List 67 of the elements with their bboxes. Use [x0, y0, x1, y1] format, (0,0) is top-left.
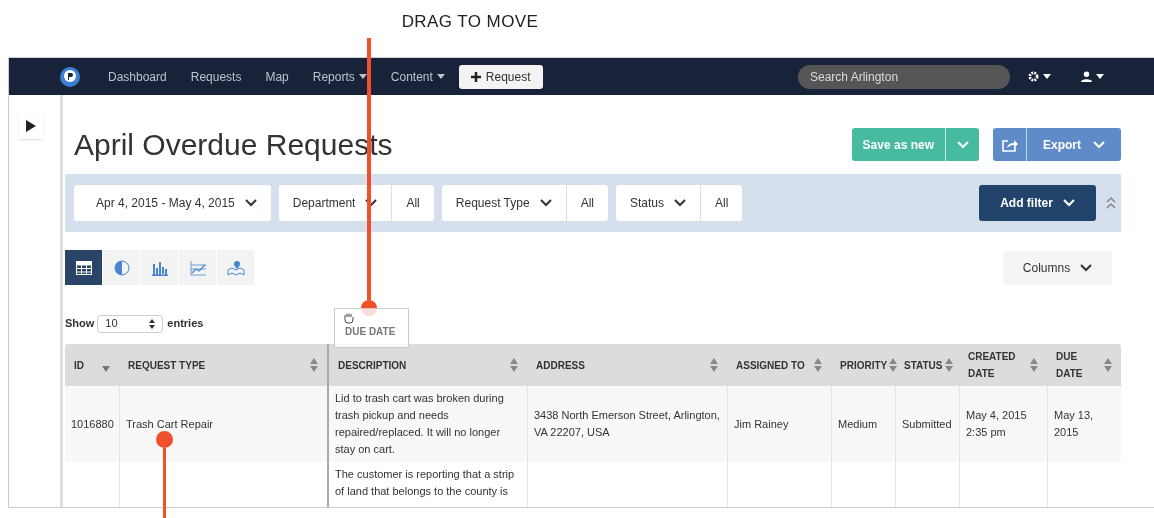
filter-value[interactable]: All: [565, 185, 608, 221]
column-header[interactable]: PRIORITY: [831, 344, 895, 386]
nav-link[interactable]: Reports: [300, 67, 379, 86]
nav-link[interactable]: Requests: [178, 67, 254, 86]
chevron-down-icon: [244, 199, 257, 207]
filter-value[interactable]: All: [391, 185, 434, 221]
table-cell-text: Trash Cart Repair: [126, 416, 213, 432]
table-cell-text: Jim Rainey: [734, 416, 789, 432]
filter-dropdown[interactable]: Status: [615, 185, 700, 221]
chevron-down-icon: [1080, 263, 1093, 272]
entries-select[interactable]: 10: [97, 314, 164, 333]
dragged-column-header[interactable]: DUE DATE: [334, 308, 409, 348]
filter-dropdown[interactable]: Request Type: [441, 185, 566, 221]
table-cell-text: 1016880: [71, 416, 114, 432]
nav-link[interactable]: Content: [378, 67, 457, 86]
map-pin-icon: [226, 259, 245, 276]
chevron-down-icon: [956, 140, 969, 149]
new-request-button[interactable]: Request: [458, 64, 543, 89]
table-cell-text: The customer is reporting that a strip of land that belongs to the county is: [335, 467, 516, 499]
nav-link[interactable]: Dashboard: [96, 67, 179, 86]
column-header[interactable]: STATUS: [895, 344, 959, 386]
show-label: Show: [65, 316, 95, 332]
logo-icon: [59, 65, 81, 88]
plus-icon: [470, 71, 481, 82]
column-header[interactable]: DUE DATE: [1047, 344, 1121, 386]
entries-label: entries: [167, 316, 204, 332]
line-chart-icon: [189, 259, 206, 276]
column-header[interactable]: CREATED DATE: [959, 344, 1047, 386]
column-header[interactable]: ASSIGNED TO: [727, 344, 831, 386]
column-header[interactable]: ADDRESS: [527, 344, 727, 386]
table-cell-text: May 4, 2015 2:35 pm: [966, 408, 1028, 440]
sidebar-toggle[interactable]: [19, 113, 43, 139]
chevron-down-icon: [1093, 140, 1105, 149]
play-icon: [26, 120, 36, 132]
chevron-down-icon: [1062, 199, 1075, 207]
callout-line: [163, 448, 166, 518]
chevron-down-icon: [674, 199, 686, 207]
share-icon: [1001, 137, 1018, 152]
caret-icon: [1043, 74, 1051, 79]
column-header[interactable]: ID: [65, 344, 119, 386]
chevron-down-icon: [539, 199, 552, 207]
user-icon: [1081, 71, 1092, 82]
table-cell-text: May 13, 2015: [1054, 408, 1095, 440]
column-header[interactable]: REQUEST TYPE: [119, 344, 327, 386]
user-menu[interactable]: [1081, 71, 1104, 82]
grab-hand-icon: [343, 312, 355, 324]
add-filter-button[interactable]: Add filter: [979, 185, 1096, 221]
nav-link[interactable]: Map: [253, 67, 301, 86]
search-field[interactable]: Search Arlington: [798, 64, 1010, 89]
view-tab[interactable]: [65, 250, 103, 285]
table-cell-text: Lid to trash cart was broken during trash pickup and needs repaired/replaced. It will no longer stay on cart.: [335, 391, 505, 457]
table-cell-text: Submitted: [902, 416, 952, 432]
bar-chart-icon: [151, 259, 168, 276]
table-cell-text: Medium: [838, 416, 878, 432]
filter-value[interactable]: All: [700, 185, 743, 221]
settings-menu[interactable]: [1028, 71, 1051, 82]
filter-dropdown[interactable]: Apr 4, 2015 - May 4, 2015: [74, 185, 271, 221]
caret-icon: [1096, 74, 1104, 79]
table-cell-text: 3438 North Emerson Street, Arlington, VA 22207, USA: [534, 408, 721, 440]
settings-icon: [1028, 71, 1039, 82]
spinner-icon: [149, 318, 156, 329]
dragged-column-label: DUE DATE: [345, 325, 397, 339]
collapse-icon: [1106, 196, 1116, 210]
pie-chart-icon: [113, 259, 130, 276]
callout-label: DRAG TO MOVE: [401, 11, 539, 33]
table-icon: [75, 260, 92, 275]
columns-button[interactable]: Columns: [1003, 250, 1112, 285]
